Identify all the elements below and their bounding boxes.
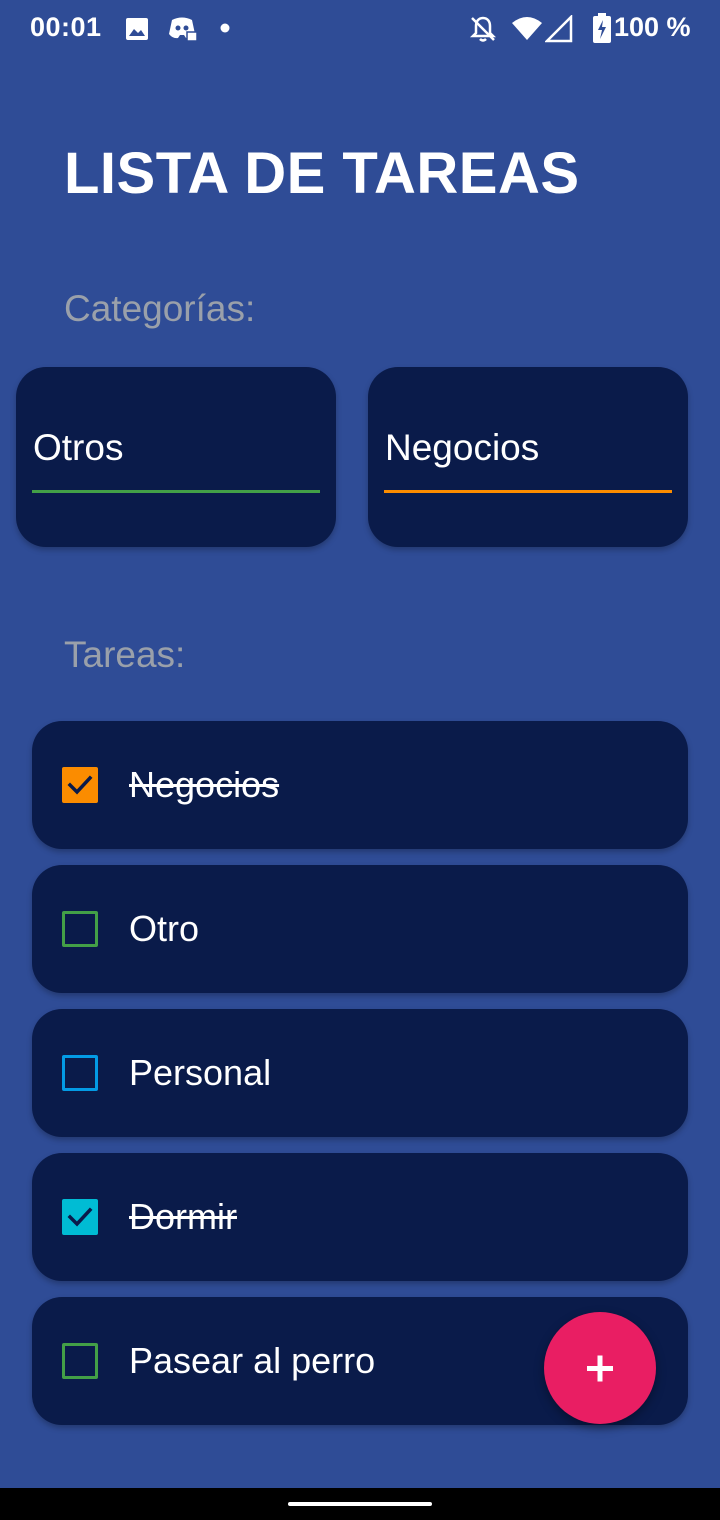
discord-icon bbox=[169, 17, 198, 42]
task-item[interactable]: Otro bbox=[32, 865, 688, 993]
category-color-line bbox=[384, 490, 672, 493]
task-text: Negocios bbox=[129, 764, 280, 805]
category-color-line bbox=[32, 490, 320, 493]
check-icon bbox=[67, 775, 93, 795]
category-card-otros[interactable]: Otros bbox=[16, 367, 336, 547]
task-checkbox[interactable] bbox=[62, 767, 98, 803]
battery-charging-icon bbox=[593, 13, 611, 43]
status-time: 00:01 bbox=[30, 12, 102, 42]
dot-icon bbox=[220, 23, 230, 33]
status-bar: 00:01 100 % bbox=[0, 0, 720, 58]
category-name: Negocios bbox=[385, 427, 540, 468]
navigation-bar bbox=[0, 1488, 720, 1520]
wifi-icon bbox=[512, 17, 542, 40]
task-item[interactable]: Personal bbox=[32, 1009, 688, 1137]
task-item[interactable]: Dormir bbox=[32, 1153, 688, 1281]
category-card-negocios[interactable]: Negocios bbox=[368, 367, 688, 547]
task-text: Personal bbox=[129, 1052, 272, 1093]
task-checkbox[interactable] bbox=[62, 911, 98, 947]
task-text: Otro bbox=[129, 908, 200, 949]
signal-icon bbox=[545, 15, 573, 43]
task-checkbox[interactable] bbox=[62, 1055, 98, 1091]
home-gesture-handle[interactable] bbox=[288, 1502, 432, 1506]
bell-off-icon bbox=[469, 16, 497, 42]
plus-icon bbox=[587, 1355, 613, 1382]
add-task-button[interactable] bbox=[544, 1312, 656, 1424]
task-item[interactable]: Negocios bbox=[32, 721, 688, 849]
page-title: LISTA DE TAREAS bbox=[64, 141, 580, 206]
check-icon bbox=[67, 1207, 93, 1227]
tasks-label: Tareas: bbox=[64, 634, 186, 675]
task-checkbox[interactable] bbox=[62, 1199, 98, 1235]
categories-label: Categorías: bbox=[64, 288, 256, 329]
category-name: Otros bbox=[33, 427, 124, 468]
task-text: Dormir bbox=[129, 1196, 237, 1237]
image-icon bbox=[126, 18, 148, 40]
task-text: Pasear al perro bbox=[129, 1340, 376, 1381]
task-checkbox[interactable] bbox=[62, 1343, 98, 1379]
battery-percentage: 100 % bbox=[614, 12, 691, 42]
